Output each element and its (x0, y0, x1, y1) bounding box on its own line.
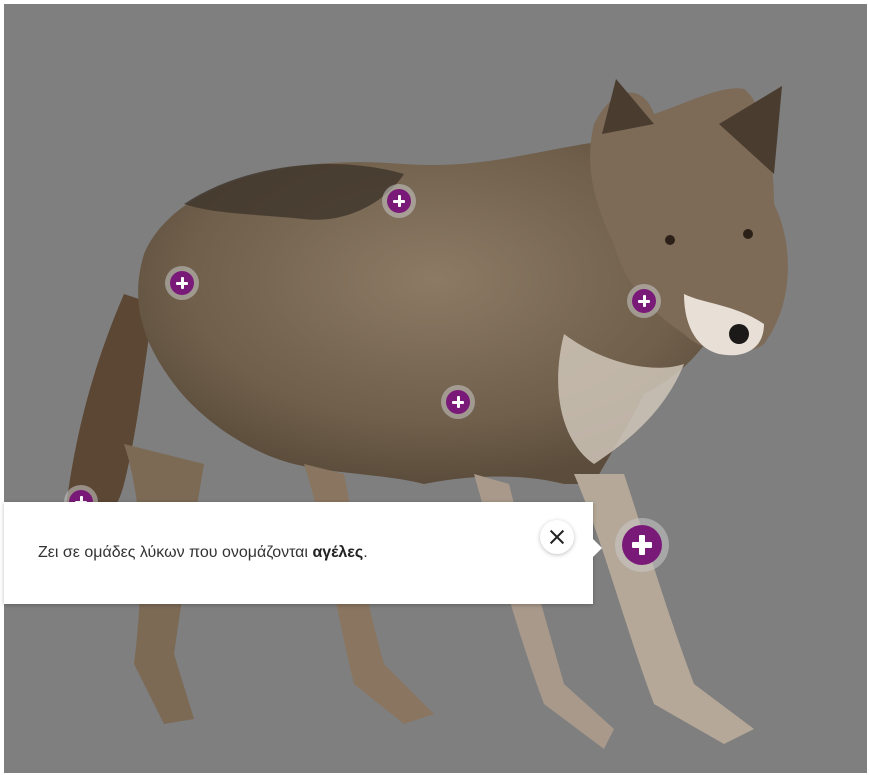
image-stage (4, 4, 867, 773)
close-icon (549, 529, 565, 545)
plus-icon (452, 396, 464, 408)
popover-text-after: . (363, 544, 368, 561)
hotspot-back[interactable] (382, 184, 416, 218)
plus-icon (393, 195, 405, 207)
hotspot-leg[interactable] (615, 518, 669, 572)
plus-icon (638, 295, 650, 307)
wolf-image (64, 79, 788, 749)
hotspot-chest-dot (446, 390, 470, 414)
hotspot-back-dot (387, 189, 411, 213)
hotspot-shoulder[interactable] (165, 266, 199, 300)
plus-icon (176, 277, 188, 289)
hotspot-head[interactable] (627, 284, 661, 318)
plus-icon (632, 535, 652, 555)
popover-arrow (592, 538, 602, 558)
hotspot-leg-dot (622, 525, 662, 565)
popover-text-bold: αγέλες (312, 544, 364, 561)
popover-text-before: Ζει σε ομάδες λύκων που ονομάζονται (38, 544, 313, 561)
hotspot-chest[interactable] (441, 385, 475, 419)
close-button[interactable] (540, 520, 574, 554)
hotspot-shoulder-dot (170, 271, 194, 295)
info-popover: Ζει σε ομάδες λύκων που ονομάζονται αγέλ… (4, 502, 602, 604)
hotspot-head-dot (632, 289, 656, 313)
popover-text: Ζει σε ομάδες λύκων που ονομάζονται αγέλ… (38, 544, 368, 562)
